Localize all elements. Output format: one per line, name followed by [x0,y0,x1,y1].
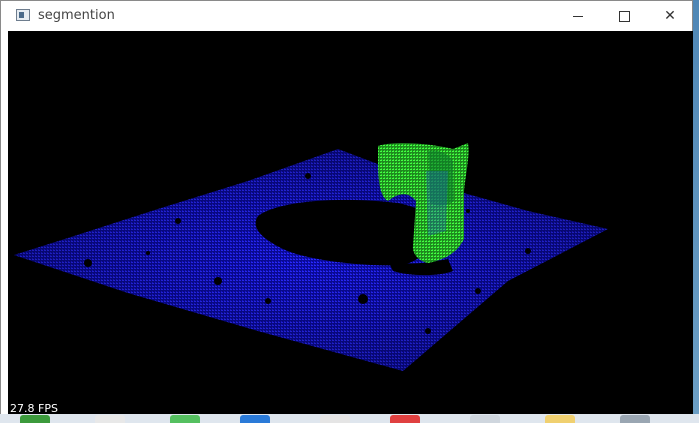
taskbar-app-icon[interactable] [545,415,575,423]
taskbar-app-icon[interactable] [20,415,50,423]
close-icon: ✕ [664,8,676,24]
taskbar-app-icon[interactable] [620,415,650,423]
desktop-background [693,0,699,414]
close-button[interactable]: ✕ [647,1,693,31]
taskbar-app-icon[interactable] [170,415,200,423]
taskbar-app-icon[interactable] [470,415,500,423]
app-window: segmention ✕ 27.8 FPS [0,0,693,423]
point-cloud-viewport[interactable]: 27.8 FPS [8,31,693,415]
taskbar-app-icon[interactable] [95,415,125,423]
minimize-button[interactable] [555,1,601,31]
taskbar-app-icon[interactable] [320,415,350,423]
taskbar-app-icon[interactable] [240,415,270,423]
point-cloud-scene [14,143,608,371]
window-title: segmention [38,8,115,23]
maximize-icon [618,10,630,22]
window-app-icon[interactable] [16,9,30,21]
title-bar[interactable]: segmention ✕ [1,1,692,31]
taskbar-app-icon[interactable] [390,415,420,423]
taskbar [0,414,699,423]
minimize-icon [573,15,583,17]
maximize-button[interactable] [601,1,647,31]
